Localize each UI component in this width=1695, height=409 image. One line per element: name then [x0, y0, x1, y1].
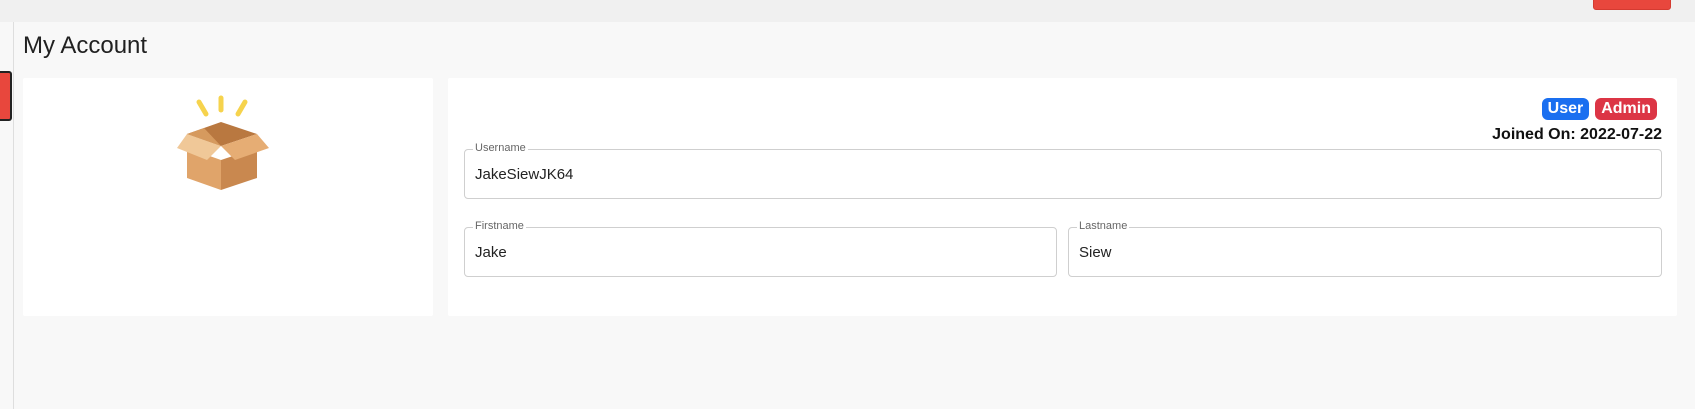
lastname-input[interactable]: [1079, 242, 1651, 262]
role-badges: User Admin: [1541, 98, 1657, 120]
sidebar-toggle-tab[interactable]: [0, 71, 12, 121]
page-title: My Account: [23, 32, 148, 59]
account-details-card: User Admin Joined On: 2022-07-22 Usernam…: [448, 78, 1677, 316]
username-label: Username: [473, 142, 528, 154]
role-badge-user: User: [1541, 98, 1590, 120]
avatar-card: [23, 78, 433, 316]
header-action-button[interactable]: [1593, 0, 1671, 10]
main-content: My Account User Admin Joined On: 2022-07…: [14, 22, 1681, 409]
lastname-field: Lastname: [1068, 220, 1662, 277]
username-field: Username: [464, 142, 1662, 199]
lastname-label: Lastname: [1077, 220, 1130, 232]
firstname-label: Firstname: [473, 220, 526, 232]
username-input[interactable]: [475, 164, 1651, 184]
top-bar: [0, 0, 1695, 22]
joined-date: Joined On: 2022-07-22: [1492, 126, 1662, 143]
open-box-icon: [177, 95, 269, 190]
firstname-input[interactable]: [475, 242, 1046, 262]
firstname-field: Firstname: [464, 220, 1057, 277]
role-badge-admin: Admin: [1595, 98, 1657, 120]
